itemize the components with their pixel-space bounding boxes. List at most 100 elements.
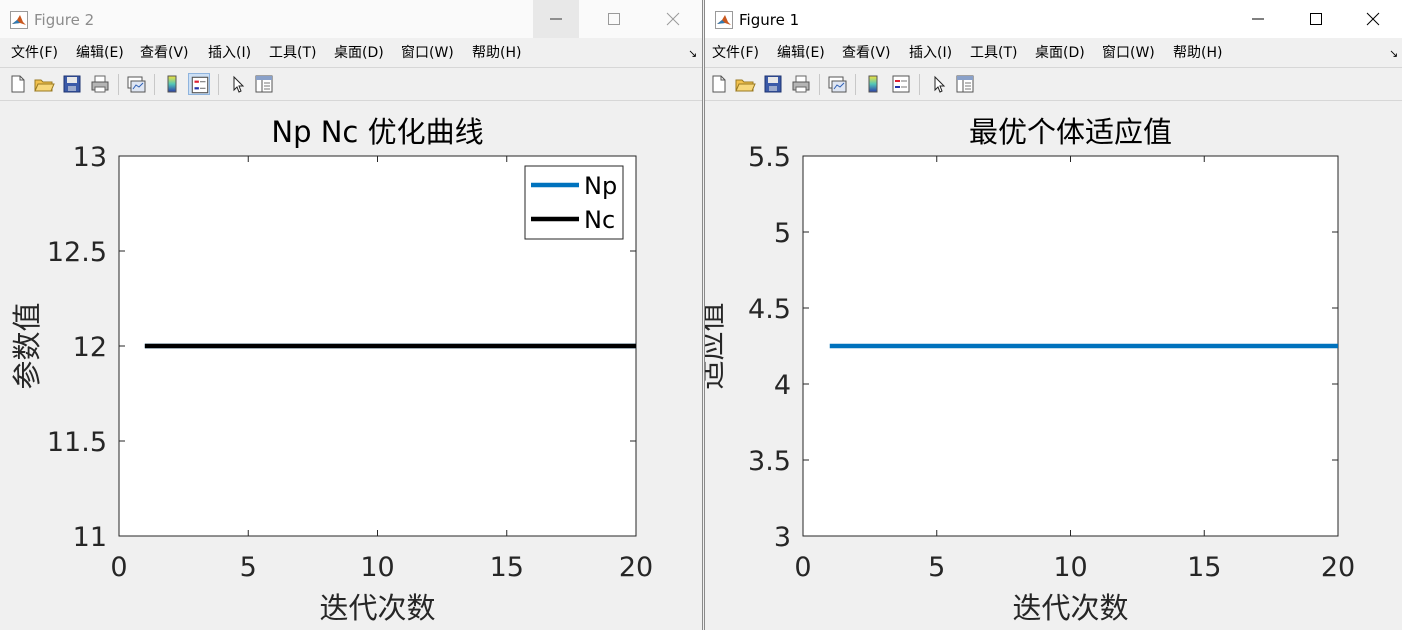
legend: Np Nc (524, 165, 624, 240)
property-inspector-icon (255, 75, 273, 93)
menu-insert[interactable]: 插入(I) (909, 45, 952, 62)
x-tick-label: 15 (1187, 552, 1221, 583)
figure-1-window: Figure 1 文件(F) 编辑(E) 查看(V) 插入(I) 工具(T) 桌… (704, 0, 1402, 630)
save-icon (764, 75, 782, 93)
x-tick-label: 0 (794, 552, 811, 583)
menu-edit[interactable]: 编辑(E) (76, 45, 124, 62)
close-button[interactable] (650, 0, 696, 38)
y-tick-label: 12 (73, 332, 107, 363)
toolbar-separator (118, 74, 119, 95)
figure-2-window: Figure 2 文件(F) 编辑(E) 查看(V) 插入(I) 工具(T) 桌… (0, 0, 703, 630)
insert-colorbar-button[interactable] (161, 73, 183, 95)
save-icon (63, 75, 81, 93)
minimize-button[interactable] (533, 0, 579, 38)
fitness-chart: 0 5 10 15 20 3 3.5 4 4.5 5 5.5 最优个体适应值迭代次数 适应值 (705, 115, 1355, 625)
toolbar-separator (218, 74, 219, 95)
menu-bar: 文件(F) 编辑(E) 查看(V) 插入(I) 工具(T) 桌面(D) 窗口(W… (705, 40, 1402, 68)
legend-label-nc: Nc (584, 206, 615, 234)
window-title: Figure 2 (34, 11, 95, 29)
window-title: Figure 1 (739, 11, 800, 29)
colorbar-icon (868, 75, 878, 93)
menu-file[interactable]: 文件(F) (11, 45, 58, 62)
property-inspector-button[interactable] (954, 73, 976, 95)
x-tick-label: 10 (1053, 552, 1087, 583)
maximize-icon (608, 13, 620, 25)
y-tick-label: 5 (774, 218, 791, 249)
print-icon (91, 75, 109, 93)
close-icon (666, 12, 680, 26)
menu-edit[interactable]: 编辑(E) (777, 45, 825, 62)
edit-plot-button[interactable] (927, 73, 949, 95)
y-tick-label: 4.5 (748, 294, 791, 325)
open-file-button[interactable] (734, 73, 756, 95)
toolbar-separator (855, 74, 856, 95)
menu-desktop[interactable]: 桌面(D) (1035, 45, 1085, 62)
x-tick-label: 0 (110, 552, 127, 583)
link-plot-button[interactable] (826, 73, 848, 95)
menu-view[interactable]: 查看(V) (842, 45, 891, 62)
x-axis-label: 迭代次数 (319, 591, 435, 625)
figure-toolbar (705, 69, 1402, 101)
x-axis-label: 迭代次数 (1012, 591, 1128, 625)
minimize-icon (550, 18, 562, 20)
chart-title: Np Nc 优化曲线 (271, 115, 483, 149)
title-bar[interactable]: Figure 2 (0, 0, 702, 38)
print-button[interactable] (89, 73, 111, 95)
y-tick-label: 11.5 (47, 427, 107, 458)
menu-file[interactable]: 文件(F) (712, 45, 759, 62)
new-figure-button[interactable] (708, 73, 730, 95)
menu-insert[interactable]: 插入(I) (208, 45, 251, 62)
legend-label-np: Np (584, 172, 617, 200)
matlab-logo-icon (10, 11, 28, 29)
x-tick-label: 15 (490, 552, 524, 583)
maximize-button[interactable] (1293, 0, 1339, 38)
figure-1-plot-area: 0 5 10 15 20 3 3.5 4 4.5 5 5.5 最优个体适应值 迭代次数 适应值 (705, 100, 1402, 630)
x-tick-label: 20 (619, 552, 653, 583)
maximize-button[interactable] (591, 0, 637, 38)
print-icon (792, 75, 810, 93)
legend-icon (191, 76, 209, 94)
figure-2-plot-area: 0 5 10 15 20 11 11.5 12 12.5 13 Np Nc 优化曲线 迭代次数 参数值 N… (0, 100, 702, 630)
y-tick-label: 4 (774, 370, 791, 401)
property-inspector-button[interactable] (253, 73, 275, 95)
edit-plot-arrow-icon (934, 75, 946, 93)
menu-overflow-arrow[interactable]: ↘ (688, 47, 697, 60)
save-button[interactable] (61, 73, 83, 95)
menu-window[interactable]: 窗口(W) (1102, 45, 1155, 62)
link-plot-icon (828, 76, 847, 93)
new-figure-icon (11, 75, 25, 93)
legend-icon (892, 75, 910, 93)
menu-tools[interactable]: 工具(T) (970, 45, 1017, 62)
y-axis-label: 适应值 (705, 302, 728, 389)
x-tick-label: 20 (1321, 552, 1355, 583)
menu-view[interactable]: 查看(V) (140, 45, 189, 62)
insert-colorbar-button[interactable] (862, 73, 884, 95)
menu-bar: 文件(F) 编辑(E) 查看(V) 插入(I) 工具(T) 桌面(D) 窗口(W… (0, 40, 702, 68)
edit-plot-button[interactable] (226, 73, 248, 95)
insert-legend-button[interactable] (188, 73, 210, 95)
link-plot-button[interactable] (125, 73, 147, 95)
y-tick-label: 13 (73, 142, 107, 173)
menu-help[interactable]: 帮助(H) (1173, 45, 1222, 62)
insert-legend-button[interactable] (890, 73, 912, 95)
new-figure-button[interactable] (7, 73, 29, 95)
menu-tools[interactable]: 工具(T) (269, 45, 316, 62)
y-tick-label: 3.5 (748, 446, 791, 477)
minimize-icon (1252, 18, 1264, 20)
menu-overflow-arrow[interactable]: ↘ (1389, 47, 1398, 60)
title-bar[interactable]: Figure 1 (705, 0, 1402, 38)
menu-window[interactable]: 窗口(W) (401, 45, 454, 62)
edit-plot-arrow-icon (233, 75, 245, 93)
open-file-button[interactable] (33, 73, 55, 95)
menu-help[interactable]: 帮助(H) (472, 45, 521, 62)
print-button[interactable] (790, 73, 812, 95)
new-figure-icon (712, 75, 726, 93)
close-button[interactable] (1350, 0, 1396, 38)
x-tick-label: 5 (928, 552, 945, 583)
save-button[interactable] (762, 73, 784, 95)
menu-desktop[interactable]: 桌面(D) (334, 45, 384, 62)
x-tick-label: 5 (240, 552, 257, 583)
minimize-button[interactable] (1235, 0, 1281, 38)
toolbar-separator (819, 74, 820, 95)
np-nc-chart: 0 5 10 15 20 11 11.5 12 12.5 13 Np Nc 优化曲线迭代次数 参数值 N… (10, 115, 653, 625)
